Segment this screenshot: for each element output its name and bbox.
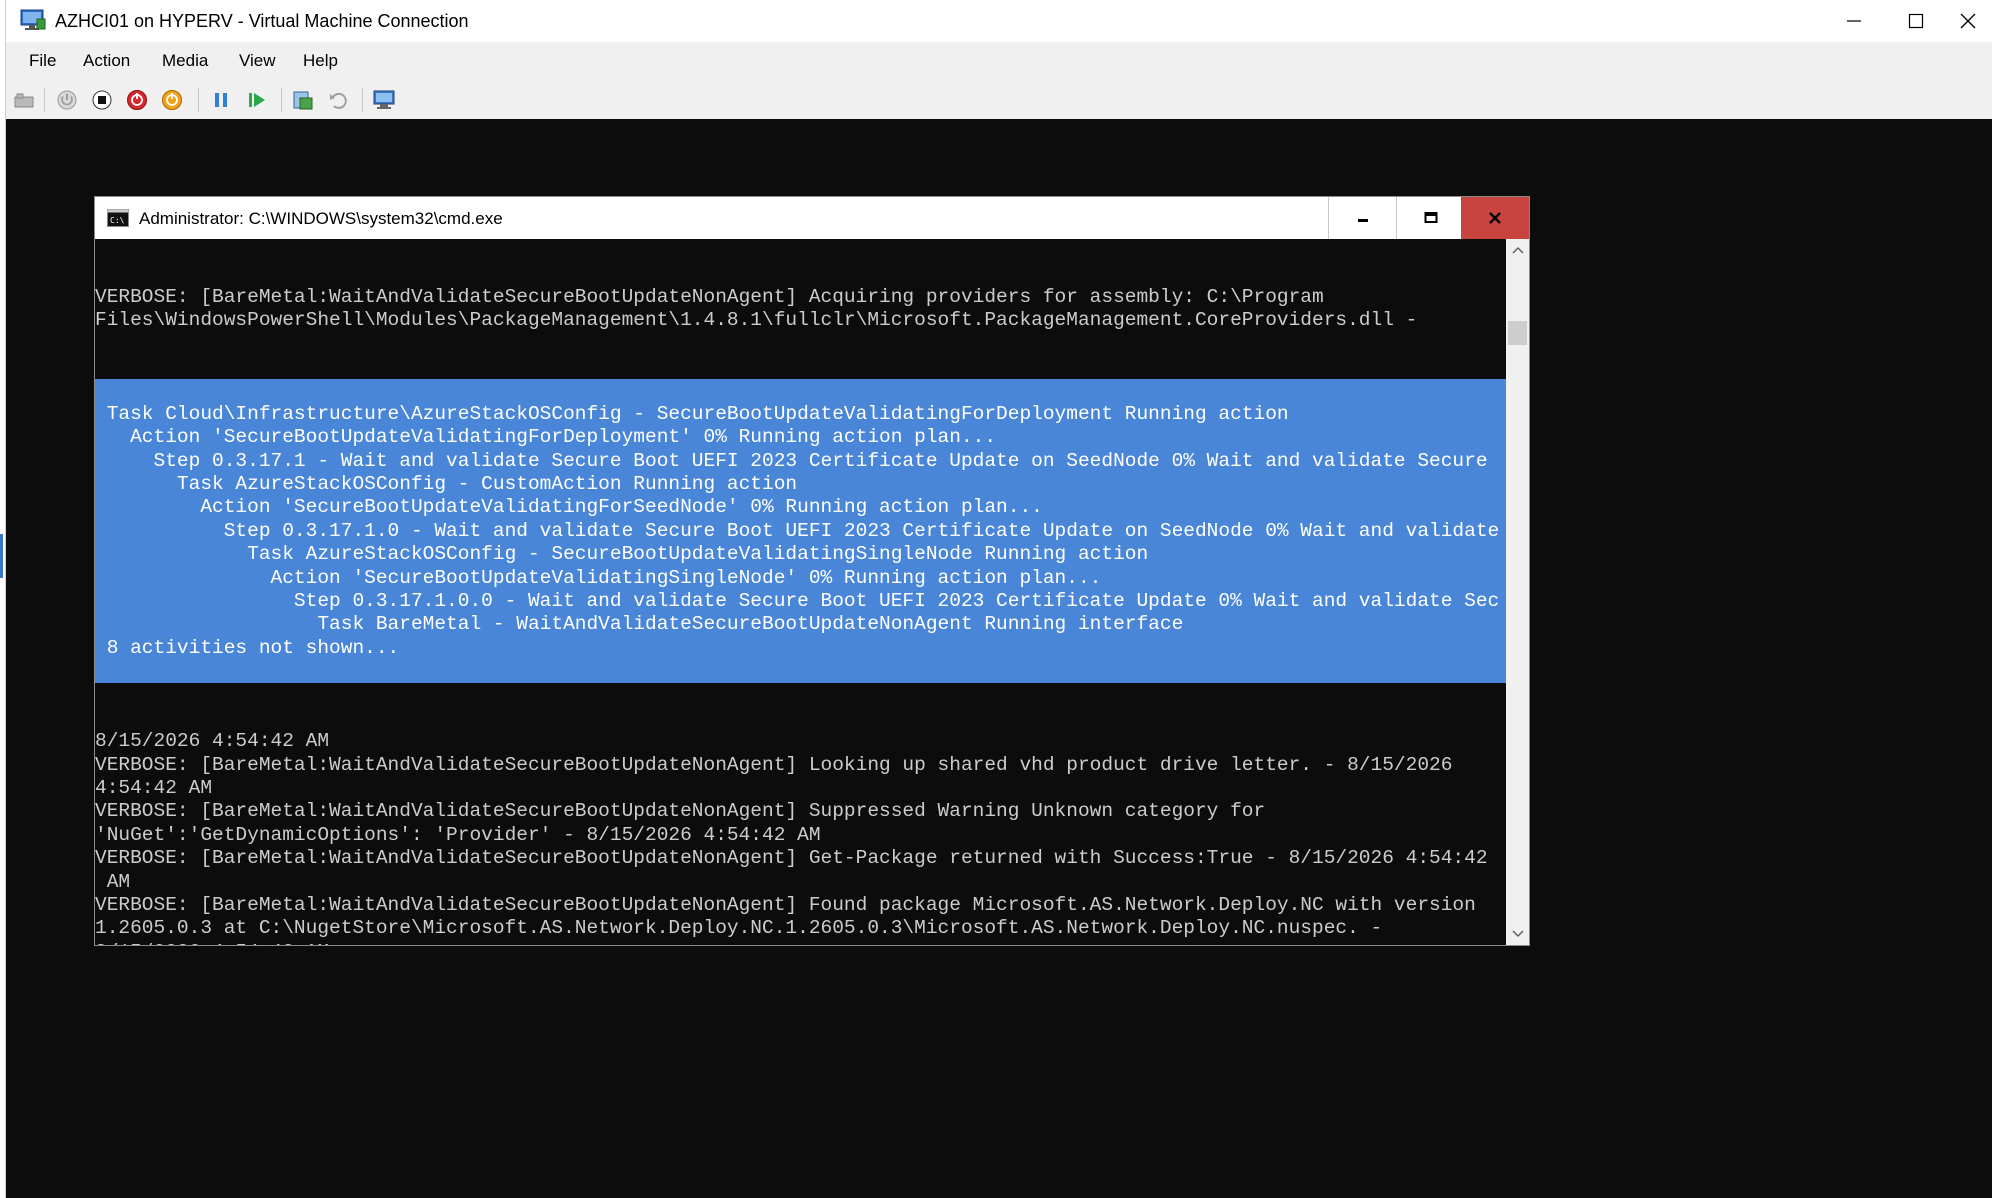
cmd-maximize-button[interactable] [1396, 197, 1464, 239]
minimize-button[interactable] [1822, 0, 1886, 42]
checkpoint-button[interactable] [292, 89, 314, 111]
chevron-down-icon [1511, 930, 1524, 938]
revert-button[interactable] [327, 89, 349, 111]
console-line: Task AzureStackOSConfig - CustomAction R… [95, 472, 798, 495]
toolbar [6, 80, 1992, 119]
console-line: 'NuGet':'GetDynamicOptions': 'Provider' … [95, 823, 821, 846]
turn-off-icon [92, 90, 112, 110]
window-title: AZHCI01 on HYPERV - Virtual Machine Conn… [55, 11, 469, 31]
console-line: VERBOSE: [BareMetal:WaitAndValidateSecur… [95, 753, 1453, 776]
turn-off-button[interactable] [91, 89, 113, 111]
ctrl-alt-del-icon [14, 93, 34, 108]
menu-view[interactable]: View [239, 51, 276, 71]
console-line: VERBOSE: [BareMetal:WaitAndValidateSecur… [95, 800, 1266, 823]
pause-icon [215, 93, 227, 107]
console-line: Action 'SecureBootUpdateValidatingForSee… [95, 496, 1043, 519]
enhanced-session-icon [373, 90, 395, 109]
scroll-thumb[interactable] [1508, 321, 1527, 345]
host-edge-indicator [0, 534, 3, 578]
cmd-title: Administrator: C:\WINDOWS\system32\cmd.e… [139, 209, 503, 228]
pause-button[interactable] [210, 89, 232, 111]
close-button[interactable] [1936, 0, 1992, 42]
cmd-titlebar[interactable]: C:\ Administrator: C:\WINDOWS\system32\c… [95, 197, 1529, 239]
progress-block: Task Cloud\Infrastructure\AzureStackOSCo… [95, 379, 1506, 684]
toolbar-separator [281, 88, 282, 112]
maximize-icon [1908, 13, 1924, 29]
revert-icon [330, 92, 347, 109]
cmd-window[interactable]: C:\ Administrator: C:\WINDOWS\system32\c… [94, 196, 1530, 946]
shut-down-icon [127, 90, 147, 110]
minimize-icon [1357, 219, 1368, 222]
console-lines-top: VERBOSE: [BareMetal:WaitAndValidateSecur… [95, 286, 1506, 333]
save-button[interactable] [161, 89, 183, 111]
menu-help[interactable]: Help [303, 51, 338, 71]
start-icon [57, 90, 77, 110]
cmd-close-button[interactable] [1461, 197, 1529, 239]
console-line: Step 0.3.17.1 - Wait and validate Secure… [95, 449, 1488, 472]
console-line: Task BareMetal - WaitAndValidateSecureBo… [95, 613, 1184, 636]
close-icon [1960, 13, 1976, 29]
console-line: Files\WindowsPowerShell\Modules\PackageM… [95, 309, 1418, 332]
menu-bar: File Action Media View Help [6, 42, 1992, 80]
console-line: 8 activities not shown... [95, 636, 400, 659]
console-line: Action 'SecureBootUpdateValidatingForDep… [95, 426, 997, 449]
console-lines-bottom: 8/15/2026 4:54:42 AM VERBOSE: [BareMetal:… [95, 730, 1506, 945]
shut-down-button[interactable] [126, 89, 148, 111]
cmd-icon: C:\ [107, 209, 129, 227]
console-line: Step 0.3.17.1.0 - Wait and validate Secu… [95, 519, 1500, 542]
console-line: Action 'SecureBootUpdateValidatingSingle… [95, 566, 1102, 589]
chevron-up-icon [1511, 246, 1524, 254]
checkpoint-icon [293, 91, 313, 110]
menu-action[interactable]: Action [83, 51, 130, 71]
resume-icon [249, 93, 265, 107]
toolbar-separator [198, 88, 199, 112]
cmd-minimize-button[interactable] [1328, 197, 1396, 239]
console-line: VERBOSE: [BareMetal:WaitAndValidateSecur… [95, 894, 1476, 917]
vm-connection-titlebar[interactable]: AZHCI01 on HYPERV - Virtual Machine Conn… [6, 0, 1992, 42]
ctrl-alt-del-button[interactable] [13, 89, 35, 111]
toolbar-separator [362, 88, 363, 112]
scroll-down-button[interactable] [1506, 923, 1529, 945]
toolbar-separator [44, 88, 45, 112]
console-line: Task Cloud\Infrastructure\AzureStackOSCo… [95, 402, 1289, 425]
start-button[interactable] [56, 89, 78, 111]
vm-connection-icon [20, 9, 46, 31]
console-line: Task AzureStackOSConfig - SecureBootUpda… [95, 543, 1149, 566]
console-line: AM [95, 870, 131, 893]
scroll-up-button[interactable] [1506, 239, 1529, 261]
console-line: Step 0.3.17.1.0.0 - Wait and validate Se… [95, 589, 1500, 612]
console-line: 8/15/2026 4:54:42 AM [95, 941, 1506, 945]
console-line: 8/15/2026 4:54:42 AM [95, 730, 330, 753]
maximize-icon [1424, 212, 1437, 223]
console-output[interactable]: VERBOSE: [BareMetal:WaitAndValidateSecur… [95, 239, 1506, 945]
menu-media[interactable]: Media [162, 51, 208, 71]
svg-text:C:\: C:\ [110, 216, 125, 225]
console-line: 4:54:42 AM [95, 777, 213, 800]
resume-button[interactable] [246, 89, 268, 111]
console-line: VERBOSE: [BareMetal:WaitAndValidateSecur… [95, 847, 1488, 870]
close-icon [1489, 212, 1501, 224]
console-scrollbar[interactable] [1506, 239, 1529, 945]
save-icon [162, 90, 182, 110]
menu-file[interactable]: File [29, 51, 56, 71]
minimize-icon [1847, 20, 1861, 22]
console-line: VERBOSE: [BareMetal:WaitAndValidateSecur… [95, 285, 1324, 308]
console-line: 1.2605.0.3 at C:\NugetStore\Microsoft.AS… [95, 917, 1383, 940]
enhanced-session-button[interactable] [373, 89, 395, 111]
